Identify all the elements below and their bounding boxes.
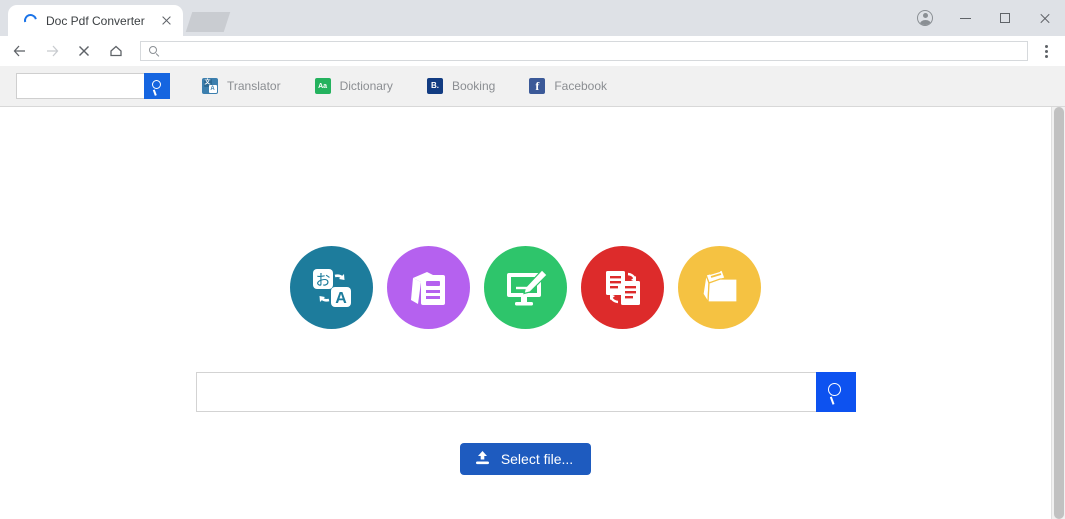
- dictionary-icon: Aa: [314, 78, 331, 94]
- feature-circles: お A: [0, 246, 1051, 329]
- edit-circle-button[interactable]: [484, 246, 567, 329]
- forward-arrow-icon: [47, 45, 59, 57]
- profile-avatar-button[interactable]: [905, 3, 945, 33]
- bookmark-booking[interactable]: B. Booking: [426, 78, 496, 94]
- folder-circle-button[interactable]: [678, 246, 761, 329]
- bookmark-label: Translator: [227, 79, 281, 93]
- monitor-edit-icon: [506, 268, 548, 305]
- bookmark-label: Booking: [451, 79, 496, 93]
- upload-icon: [474, 450, 491, 469]
- tab-title: Doc Pdf Converter: [46, 13, 145, 28]
- select-file-label: Select file...: [500, 451, 574, 467]
- bookmark-translator[interactable]: 文 A Translator: [202, 78, 281, 94]
- profile-avatar-icon: [917, 10, 933, 26]
- facebook-icon: f: [529, 78, 546, 94]
- documents-circle-button[interactable]: [387, 246, 470, 329]
- search-icon: [826, 382, 845, 405]
- window-controls: [905, 0, 1065, 36]
- bookmarks-search: [16, 73, 170, 99]
- scrollbar-thumb[interactable]: [1054, 107, 1064, 519]
- select-file-row: Select file...: [0, 443, 1051, 475]
- svg-text:A: A: [335, 290, 347, 307]
- select-file-button[interactable]: Select file...: [459, 443, 592, 475]
- bookmark-label: Dictionary: [339, 79, 393, 93]
- browser-window: Doc Pdf Converter 文 A Translator Aa Dict…: [0, 0, 1065, 519]
- loading-spinner-icon: [21, 11, 39, 30]
- minimize-button[interactable]: [945, 3, 985, 33]
- bookmarks-search-input[interactable]: [16, 73, 144, 99]
- translate-circle-button[interactable]: お A: [290, 246, 373, 329]
- minimize-icon: [959, 17, 971, 19]
- close-window-button[interactable]: [1025, 3, 1065, 33]
- tab-doc-pdf-converter[interactable]: Doc Pdf Converter: [8, 5, 183, 36]
- main-search-button[interactable]: [815, 372, 856, 412]
- page-content: お A Select file...: [0, 107, 1051, 519]
- folder-icon: [701, 268, 738, 304]
- stop-loading-button[interactable]: [72, 39, 96, 63]
- translator-icon: 文 A: [202, 78, 218, 94]
- maximize-button[interactable]: [985, 3, 1025, 33]
- translate-icon: お A: [312, 268, 351, 307]
- main-search-input[interactable]: [195, 372, 816, 412]
- bookmark-label: Facebook: [554, 79, 608, 93]
- convert-documents-icon: [605, 270, 640, 305]
- convert-circle-button[interactable]: [581, 246, 664, 329]
- search-icon: [151, 79, 164, 96]
- close-icon: [1039, 12, 1051, 24]
- back-arrow-icon: [13, 45, 25, 57]
- translator-glyph-secondary: A: [208, 85, 217, 93]
- bookmark-facebook[interactable]: f Facebook: [529, 78, 607, 94]
- svg-text:お: お: [315, 271, 330, 289]
- new-tab-button[interactable]: [185, 12, 231, 32]
- address-bar[interactable]: [140, 41, 1028, 61]
- documents-icon: [410, 271, 445, 305]
- browser-menu-button[interactable]: [1036, 39, 1056, 63]
- bookmarks-search-button[interactable]: [144, 73, 170, 99]
- bookmarks-bar: 文 A Translator Aa Dictionary B. Booking …: [0, 66, 1065, 107]
- home-icon: [110, 45, 122, 57]
- tab-close-icon[interactable]: [159, 13, 175, 29]
- page-scrollbar[interactable]: [1051, 107, 1065, 519]
- booking-icon: B.: [426, 78, 443, 94]
- maximize-icon: [1000, 13, 1010, 23]
- bookmark-dictionary[interactable]: Aa Dictionary: [314, 78, 393, 94]
- browser-toolbar: [0, 36, 1065, 66]
- tab-strip: Doc Pdf Converter: [0, 0, 1065, 36]
- search-icon: [149, 45, 160, 57]
- back-button[interactable]: [8, 39, 32, 63]
- stop-icon: [79, 46, 89, 56]
- main-search-row: [0, 372, 1051, 412]
- home-button[interactable]: [104, 39, 128, 63]
- forward-button[interactable]: [40, 39, 64, 63]
